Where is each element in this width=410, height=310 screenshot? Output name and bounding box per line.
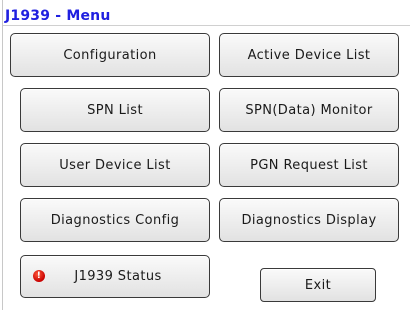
page-title: J1939 - Menu: [5, 8, 111, 24]
exit-button[interactable]: Exit: [260, 268, 376, 302]
left-border: [2, 0, 3, 310]
user-device-list-button[interactable]: User Device List: [20, 143, 210, 187]
pgn-request-list-button[interactable]: PGN Request List: [219, 143, 399, 187]
diagnostics-config-button[interactable]: Diagnostics Config: [20, 198, 210, 242]
spn-list-button[interactable]: SPN List: [20, 88, 210, 132]
title-divider: [3, 25, 410, 26]
diagnostics-display-button[interactable]: Diagnostics Display: [219, 198, 399, 242]
spn-data-monitor-button[interactable]: SPN(Data) Monitor: [219, 88, 399, 132]
configuration-button[interactable]: Configuration: [10, 33, 210, 77]
j1939-status-label: J1939 Status: [74, 269, 162, 284]
alert-icon: !: [33, 270, 45, 282]
active-device-list-button[interactable]: Active Device List: [219, 33, 399, 77]
j1939-status-button[interactable]: ! J1939 Status: [20, 255, 210, 298]
